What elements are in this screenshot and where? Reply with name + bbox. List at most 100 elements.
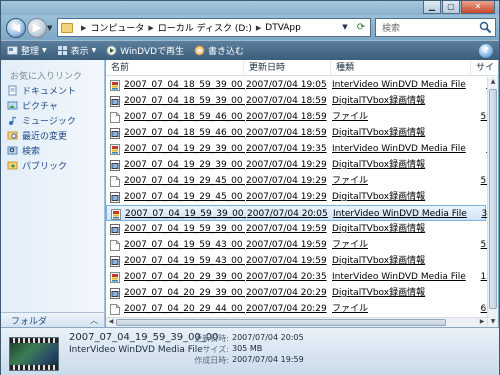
close-button[interactable]: ✕ xyxy=(461,1,495,14)
file-name-cell[interactable]: 2007_07_04_19_59_43_00_01 xyxy=(110,253,245,269)
file-date: 2007/07/04 19:29 xyxy=(246,160,327,170)
table-row[interactable]: 2007_07_04_20_29_39_00_002007/07/04 20:2… xyxy=(106,285,486,301)
horizontal-scrollbar[interactable]: ◀ ▶ xyxy=(106,317,487,327)
scroll-thumb[interactable] xyxy=(116,319,446,326)
recent-pages-dropdown[interactable]: ▼ xyxy=(47,24,52,32)
breadcrumb-separator[interactable]: ▶ xyxy=(256,24,261,32)
scroll-thumb[interactable] xyxy=(489,89,497,309)
file-name: 2007_07_04_20_29_39_00_00 xyxy=(124,288,245,298)
film-strip xyxy=(10,365,58,370)
column-header-date[interactable]: 更新日時 xyxy=(244,60,331,76)
forward-button[interactable]: ▶ xyxy=(27,18,47,38)
file-name-cell[interactable]: 2007_07_04_18_59_39_00_00 xyxy=(110,93,245,109)
property-value: 305 MB xyxy=(232,344,263,353)
burn-button[interactable]: 書き込む xyxy=(194,44,244,57)
sidebar-item[interactable]: ドキュメント xyxy=(7,83,76,98)
file-date: 2007/07/04 19:59 xyxy=(246,240,327,250)
table-row[interactable]: 2007_07_04_18_59_46_00_012007/07/04 18:5… xyxy=(106,125,486,141)
file-name-cell[interactable]: 2007_07_04_18_59_46_00_01 xyxy=(110,125,245,141)
dvd-file-icon xyxy=(110,143,120,155)
table-row[interactable]: 2007_07_04_18_59_39_00_002007/07/04 19:0… xyxy=(106,77,492,93)
sidebar-item[interactable]: パブリック xyxy=(7,158,76,173)
play-label: WinDVDで再生 xyxy=(120,47,185,57)
back-button[interactable]: ◀ xyxy=(6,18,26,38)
organize-label: 整理 xyxy=(21,47,40,57)
title-bar[interactable]: ▁ ▢ ✕ xyxy=(1,1,499,15)
column-header-size[interactable]: サイ xyxy=(471,60,498,76)
maximize-button[interactable]: ▢ xyxy=(442,1,460,14)
file-name: 2007_07_04_20_29_44_00_01 xyxy=(124,304,245,314)
file-name-cell[interactable]: 2007_07_04_19_29_45_00_01 xyxy=(110,189,245,205)
views-button[interactable]: 表示 ▼ xyxy=(57,44,96,57)
table-row[interactable]: 2007_07_04_20_29_44_00_012007/07/04 20:2… xyxy=(106,301,492,317)
file-type: DigitalTVbox録画情報 xyxy=(332,160,426,170)
file-name-cell[interactable]: 2007_07_04_18_59_39_00_00 xyxy=(110,77,245,93)
file-name-cell[interactable]: 2007_07_04_20_29_44_00_01 xyxy=(110,301,245,317)
refresh-icon[interactable]: ⟳ xyxy=(354,21,368,34)
file-list: ︿ 名前 更新日時 種類 サイ 2007_07_04_18_59_39_00_0… xyxy=(106,60,498,327)
column-header-type[interactable]: 種類 xyxy=(331,60,471,76)
file-name-cell[interactable]: 2007_07_04_19_29_39_00_00 xyxy=(110,157,245,173)
scroll-down-icon[interactable]: ▼ xyxy=(488,317,498,327)
file-name: 2007_07_04_18_59_39_00_00 xyxy=(124,80,245,90)
search-input[interactable]: 検索 xyxy=(375,18,496,37)
file-name-cell[interactable]: 2007_07_04_19_59_39_00_00 xyxy=(111,206,246,222)
scroll-right-icon[interactable]: ▶ xyxy=(477,317,487,327)
video-thumbnail xyxy=(9,337,59,371)
file-name-cell[interactable]: 2007_07_04_20_29_39_00_00 xyxy=(110,269,245,285)
sidebar-item[interactable]: ピクチャ xyxy=(7,98,76,113)
file-name-cell[interactable]: 2007_07_04_19_59_39_00_00 xyxy=(110,221,245,237)
documents-icon xyxy=(8,85,17,96)
window-controls: ▁ ▢ ✕ xyxy=(423,1,495,14)
file-type: ファイル xyxy=(332,240,369,250)
info-file-icon xyxy=(110,287,120,299)
column-header-name[interactable]: 名前 xyxy=(106,60,244,76)
dvd-file-icon xyxy=(110,271,120,283)
sidebar-item[interactable]: ミュージック xyxy=(7,113,76,128)
organize-button[interactable]: 整理 ▼ xyxy=(7,44,47,57)
table-row[interactable]: 2007_07_04_18_59_46_00_012007/07/04 18:5… xyxy=(106,109,492,125)
search-icon[interactable] xyxy=(479,21,492,34)
table-row-selected[interactable]: 2007_07_04_19_59_39_00_002007/07/04 20:0… xyxy=(106,205,493,222)
file-name-cell[interactable]: 2007_07_04_18_59_46_00_01 xyxy=(110,109,245,125)
breadcrumb-computer[interactable]: コンピュータ xyxy=(90,21,144,34)
file-name-cell[interactable]: 2007_07_04_19_29_39_00_00 xyxy=(110,141,245,157)
breadcrumb-separator[interactable]: ▶ xyxy=(148,24,153,32)
sidebar-item-label: ピクチャ xyxy=(22,102,58,112)
table-row[interactable]: 2007_07_04_19_29_45_00_012007/07/04 19:2… xyxy=(106,173,492,189)
public-icon xyxy=(7,161,18,170)
folders-label: フォルダ xyxy=(11,316,48,327)
help-icon[interactable]: ? xyxy=(479,44,493,58)
folders-toggle[interactable]: フォルダ ︿ xyxy=(1,312,105,327)
table-row[interactable]: 2007_07_04_19_29_45_00_012007/07/04 19:2… xyxy=(106,189,486,205)
table-row[interactable]: 2007_07_04_19_59_43_00_012007/07/04 19:5… xyxy=(106,237,492,253)
table-row[interactable]: 2007_07_04_19_59_43_00_012007/07/04 19:5… xyxy=(106,253,486,269)
table-row[interactable]: 2007_07_04_19_29_39_00_002007/07/04 19:2… xyxy=(106,157,486,173)
minimize-button[interactable]: ▁ xyxy=(423,1,441,14)
file-type: InterVideo WinDVD Media File xyxy=(332,272,466,282)
play-windvd-button[interactable]: WinDVDで再生 xyxy=(106,44,184,57)
sidebar-item[interactable]: 最近の変更 xyxy=(7,128,76,143)
file-name-cell[interactable]: 2007_07_04_20_29_39_00_00 xyxy=(110,285,245,301)
file-date: 2007/07/04 20:05 xyxy=(247,209,328,219)
file-name-cell[interactable]: 2007_07_04_19_59_43_00_01 xyxy=(110,237,245,253)
vertical-scrollbar[interactable]: ▲ ▼ xyxy=(487,77,498,327)
file-name-cell[interactable]: 2007_07_04_19_29_45_00_01 xyxy=(110,173,245,189)
table-row[interactable]: 2007_07_04_19_59_39_00_002007/07/04 19:5… xyxy=(106,221,486,237)
address-dropdown-button[interactable]: ▼ xyxy=(338,21,352,34)
table-row[interactable]: 2007_07_04_19_29_39_00_002007/07/04 19:3… xyxy=(106,141,492,157)
sidebar-item-label: 最近の変更 xyxy=(22,132,68,142)
address-bar[interactable]: ▶ コンピュータ ▶ ローカル ディスク (D:) ▶ DTVApp ▼ ⟳ xyxy=(57,18,371,37)
navigation-bar: ◀ ▶ ▼ ▶ コンピュータ ▶ ローカル ディスク (D:) ▶ DTVApp… xyxy=(1,15,499,39)
scroll-up-icon[interactable]: ▲ xyxy=(488,77,498,87)
breadcrumb-dtvapp[interactable]: DTVApp xyxy=(265,23,301,33)
table-row[interactable]: 2007_07_04_18_59_39_00_002007/07/04 18:5… xyxy=(106,93,486,109)
file-date: 2007/07/04 19:05 xyxy=(246,80,327,90)
breadcrumb-local-disk[interactable]: ローカル ディスク (D:) xyxy=(158,21,252,34)
sidebar-item[interactable]: 検索 xyxy=(7,143,76,158)
file-name: 2007_07_04_18_59_46_00_01 xyxy=(124,128,245,138)
scroll-left-icon[interactable]: ◀ xyxy=(106,317,116,327)
file-date: 2007/07/04 18:59 xyxy=(246,112,327,122)
blank-file-icon xyxy=(110,239,120,251)
table-row[interactable]: 2007_07_04_20_29_39_00_002007/07/04 20:3… xyxy=(106,269,492,285)
